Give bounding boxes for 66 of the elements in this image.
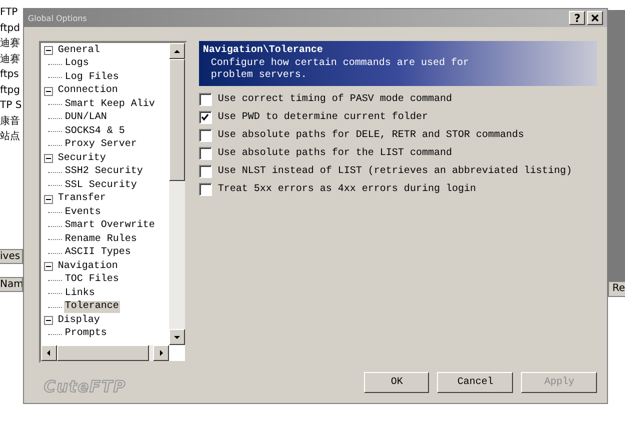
list-item[interactable]: ftpg bbox=[0, 82, 23, 98]
collapse-icon[interactable] bbox=[44, 46, 53, 56]
collapse-icon[interactable] bbox=[44, 154, 53, 164]
cancel-button[interactable]: Cancel bbox=[437, 372, 514, 393]
tree-item[interactable]: Connection bbox=[56, 85, 119, 98]
tree-item[interactable]: Smart Overwrite bbox=[64, 220, 156, 232]
vertical-scrollbar[interactable] bbox=[168, 43, 185, 345]
column-header[interactable]: Re bbox=[608, 281, 625, 297]
option-label: Use absolute paths for the LIST command bbox=[218, 148, 452, 158]
option-label: Treat 5xx errors as 4xx errors during login bbox=[218, 184, 476, 194]
tree-item[interactable]: Transfer bbox=[56, 193, 107, 206]
tree-item[interactable]: Security bbox=[56, 152, 107, 165]
tree-item[interactable]: Events bbox=[64, 206, 102, 219]
tree-item[interactable]: Prompts bbox=[64, 328, 108, 340]
left-arrow-icon bbox=[44, 349, 53, 357]
tree-item[interactable]: Logs bbox=[64, 58, 90, 70]
list-item[interactable]: 迪赛 bbox=[0, 36, 23, 52]
down-arrow-icon bbox=[172, 333, 181, 341]
tree-item[interactable]: DUN/LAN bbox=[64, 112, 108, 124]
list-item[interactable]: 迪赛 bbox=[0, 52, 23, 67]
option-label: Use correct timing of PASV mode command bbox=[218, 94, 452, 104]
close-button[interactable] bbox=[587, 11, 604, 25]
logo: CuteFTP bbox=[44, 377, 128, 396]
list-item[interactable]: 康音 bbox=[0, 114, 23, 129]
checkbox[interactable] bbox=[198, 164, 212, 178]
section-description: Configure how certain commands are used for problem servers. bbox=[210, 58, 470, 82]
up-arrow-icon bbox=[172, 47, 181, 55]
tree-item[interactable]: SSH2 Security bbox=[64, 166, 144, 178]
tree-item[interactable]: Proxy Server bbox=[64, 139, 138, 152]
ok-button[interactable]: OK bbox=[364, 372, 430, 393]
tree-item[interactable]: General bbox=[56, 44, 101, 57]
tree-item[interactable]: Display bbox=[56, 314, 101, 327]
horizontal-scrollbar[interactable] bbox=[40, 345, 169, 361]
checkbox[interactable] bbox=[198, 110, 212, 124]
tree-item[interactable]: TOC Files bbox=[64, 274, 120, 286]
checkbox[interactable] bbox=[198, 92, 212, 106]
tree-item[interactable]: SOCKS4 & 5 bbox=[64, 126, 126, 138]
tree-item[interactable]: Navigation bbox=[56, 260, 119, 273]
tree-item[interactable]: Links bbox=[64, 288, 96, 300]
tree-item[interactable]: Smart Keep Aliv bbox=[64, 98, 156, 111]
collapse-icon[interactable] bbox=[44, 316, 53, 326]
tree-item[interactable]: Rename Rules bbox=[64, 234, 138, 246]
list-item[interactable]: 站点 bbox=[0, 129, 23, 144]
section-title: Navigation\Tolerance bbox=[202, 44, 324, 58]
option-label: Use NLST instead of LIST (retrieves an abbreviated listing) bbox=[218, 166, 572, 176]
checkbox[interactable] bbox=[198, 146, 212, 160]
list-item[interactable]: TP S bbox=[0, 98, 23, 114]
option-label: Use absolute paths for DELE, RETR and STOR commands bbox=[218, 130, 524, 140]
collapse-icon[interactable] bbox=[44, 262, 53, 272]
tree-item[interactable]: SSL Security bbox=[64, 180, 138, 192]
checkmark-icon bbox=[201, 113, 210, 121]
window-title: Global Options bbox=[28, 14, 87, 22]
column-header[interactable]: ives bbox=[0, 248, 23, 264]
tree-item[interactable]: Tolerance bbox=[64, 301, 120, 314]
list-item[interactable]: ftpd bbox=[0, 20, 23, 36]
close-icon bbox=[591, 14, 600, 22]
help-button[interactable]: ? bbox=[569, 11, 586, 25]
list-item[interactable]: ftps bbox=[0, 67, 23, 82]
collapse-icon[interactable] bbox=[44, 194, 53, 204]
tree-item[interactable]: Log Files bbox=[64, 72, 120, 84]
checkbox[interactable] bbox=[198, 182, 212, 196]
collapse-icon[interactable] bbox=[44, 86, 53, 96]
tree-item[interactable]: ASCII Types bbox=[64, 247, 132, 260]
option-label: Use PWD to determine current folder bbox=[218, 112, 428, 122]
list-item[interactable]: FTP bbox=[0, 5, 23, 20]
checkbox[interactable] bbox=[198, 128, 212, 142]
